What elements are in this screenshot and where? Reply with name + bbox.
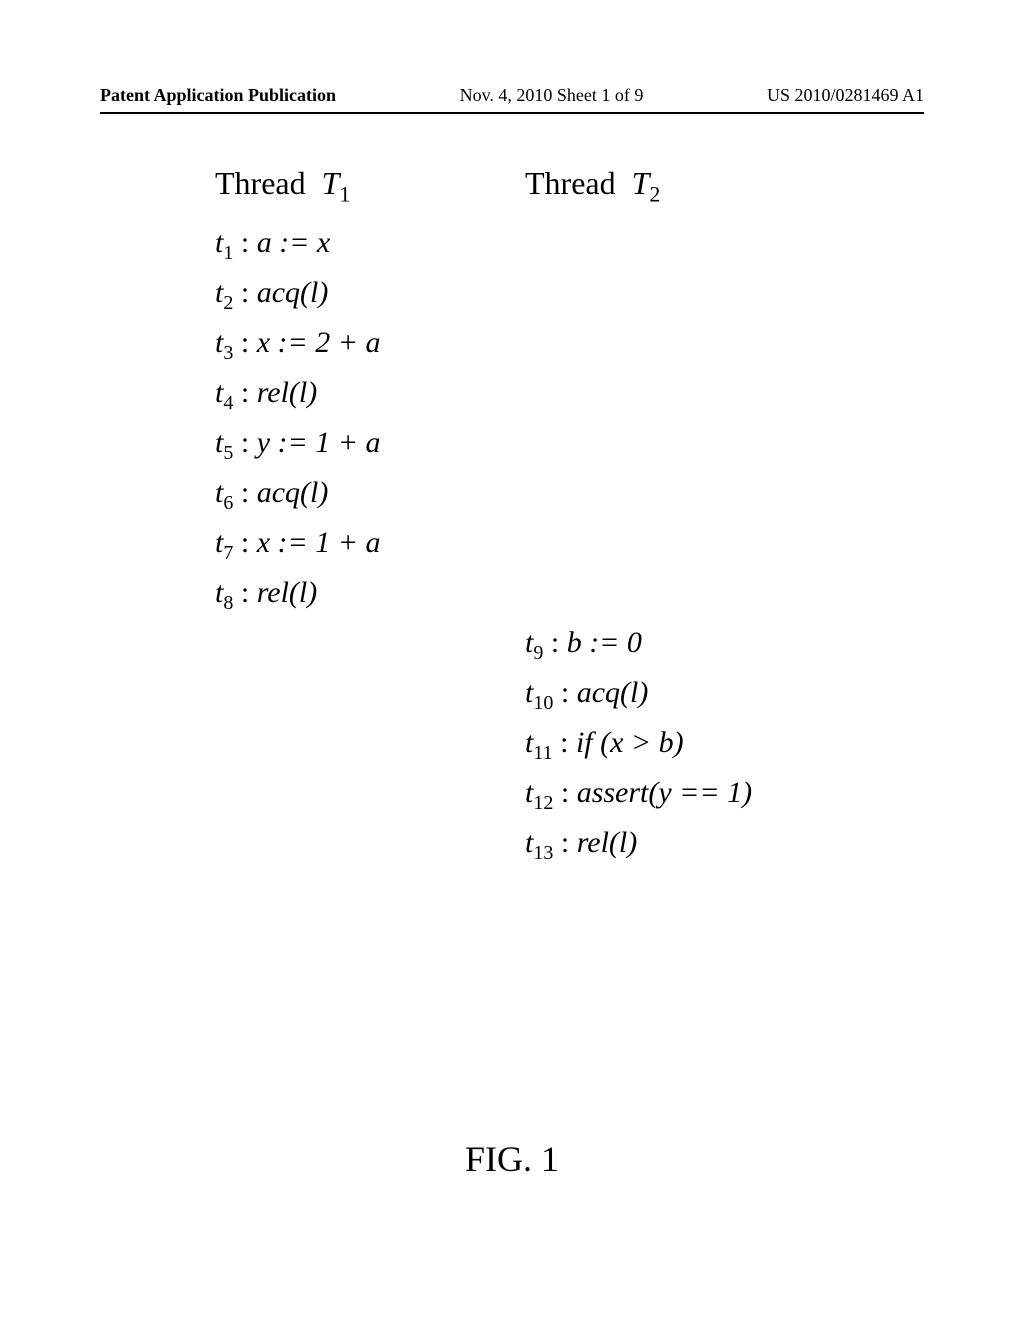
thread-1-label: Thread bbox=[215, 165, 306, 201]
step-t9: t9 : b := 0 bbox=[215, 619, 809, 669]
publication-label: Patent Application Publication bbox=[100, 85, 336, 106]
figure-content: Thread T1 Thread T2 t1 : a := x t2 : acq… bbox=[0, 165, 1024, 869]
step-t10: t10 : acq(l) bbox=[215, 669, 809, 719]
header-divider bbox=[100, 112, 924, 114]
step-t6: t6 : acq(l) bbox=[215, 469, 809, 519]
step-t2: t2 : acq(l) bbox=[215, 269, 809, 319]
thread-2-label: Thread bbox=[525, 165, 616, 201]
thread-1-var: T1 bbox=[314, 165, 351, 201]
code-listing: t1 : a := x t2 : acq(l) t3 : x := 2 + a … bbox=[215, 219, 809, 869]
date-and-sheet: Nov. 4, 2010 Sheet 1 of 9 bbox=[460, 85, 644, 106]
step-t13: t13 : rel(l) bbox=[215, 819, 809, 869]
step-t5: t5 : y := 1 + a bbox=[215, 419, 809, 469]
figure-caption: FIG. 1 bbox=[0, 1138, 1024, 1180]
thread-headers-row: Thread T1 Thread T2 bbox=[215, 165, 809, 207]
thread-2-var: T2 bbox=[624, 165, 661, 201]
step-t1: t1 : a := x bbox=[215, 219, 809, 269]
step-t8: t8 : rel(l) bbox=[215, 569, 809, 619]
step-t4: t4 : rel(l) bbox=[215, 369, 809, 419]
step-t11: t11 : if (x > b) bbox=[215, 719, 809, 769]
thread-2-header: Thread T2 bbox=[525, 165, 660, 207]
step-t7: t7 : x := 1 + a bbox=[215, 519, 809, 569]
page-header: Patent Application Publication Nov. 4, 2… bbox=[0, 85, 1024, 106]
thread-1-header: Thread T1 bbox=[215, 165, 525, 207]
publication-number: US 2010/0281469 A1 bbox=[767, 85, 924, 106]
step-t3: t3 : x := 2 + a bbox=[215, 319, 809, 369]
step-t12: t12 : assert(y == 1) bbox=[215, 769, 809, 819]
